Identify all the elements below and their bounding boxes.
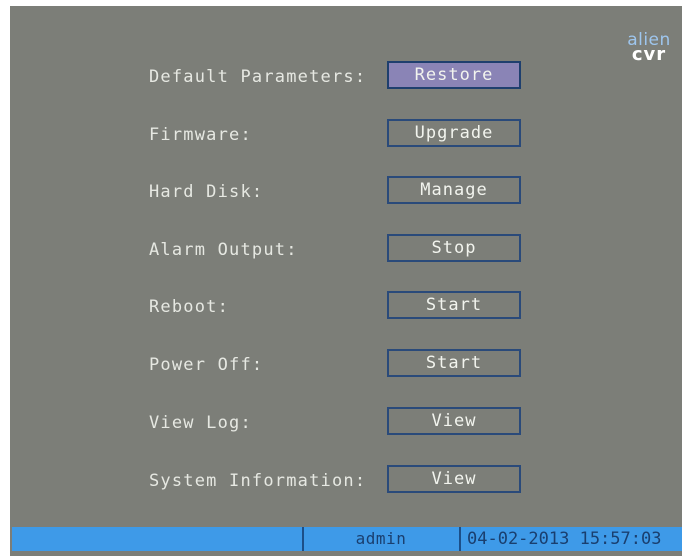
view-log-label: View Log: [149,413,252,433]
dvr-maintenance-screen: alien cvr Default Parameters: Restore Fi… [10,6,682,556]
status-bar-empty-segment [12,527,304,551]
row-power-off: Power Off: Start [149,349,569,379]
power-off-label: Power Off: [149,355,264,375]
row-hard-disk: Hard Disk: Manage [149,176,569,206]
firmware-label: Firmware: [149,125,252,145]
row-system-information: System Information: View [149,465,569,495]
row-view-log: View Log: View [149,407,569,437]
current-user: admin [355,529,407,548]
status-bar: admin 04-02-2013 15:57:03 [12,527,682,551]
alarm-output-label: Alarm Output: [149,240,298,260]
manage-button[interactable]: Manage [387,176,521,204]
hard-disk-label: Hard Disk: [149,182,264,202]
upgrade-button[interactable]: Upgrade [387,119,521,147]
view-log-button[interactable]: View [387,407,521,435]
reboot-start-button[interactable]: Start [387,291,521,319]
alarm-stop-button[interactable]: Stop [387,234,521,262]
reboot-label: Reboot: [149,297,230,317]
row-firmware: Firmware: Upgrade [149,119,569,149]
system-information-view-button[interactable]: View [387,465,521,493]
system-information-label: System Information: [149,471,367,491]
alien-dvr-logo: alien cvr [620,32,678,64]
row-alarm-output: Alarm Output: Stop [149,234,569,264]
row-default-parameters: Default Parameters: Restore [149,61,569,91]
restore-button[interactable]: Restore [387,61,521,89]
power-off-start-button[interactable]: Start [387,349,521,377]
date-time: 04-02-2013 15:57:03 [459,527,682,551]
row-reboot: Reboot: Start [149,291,569,321]
default-parameters-label: Default Parameters: [149,67,367,87]
